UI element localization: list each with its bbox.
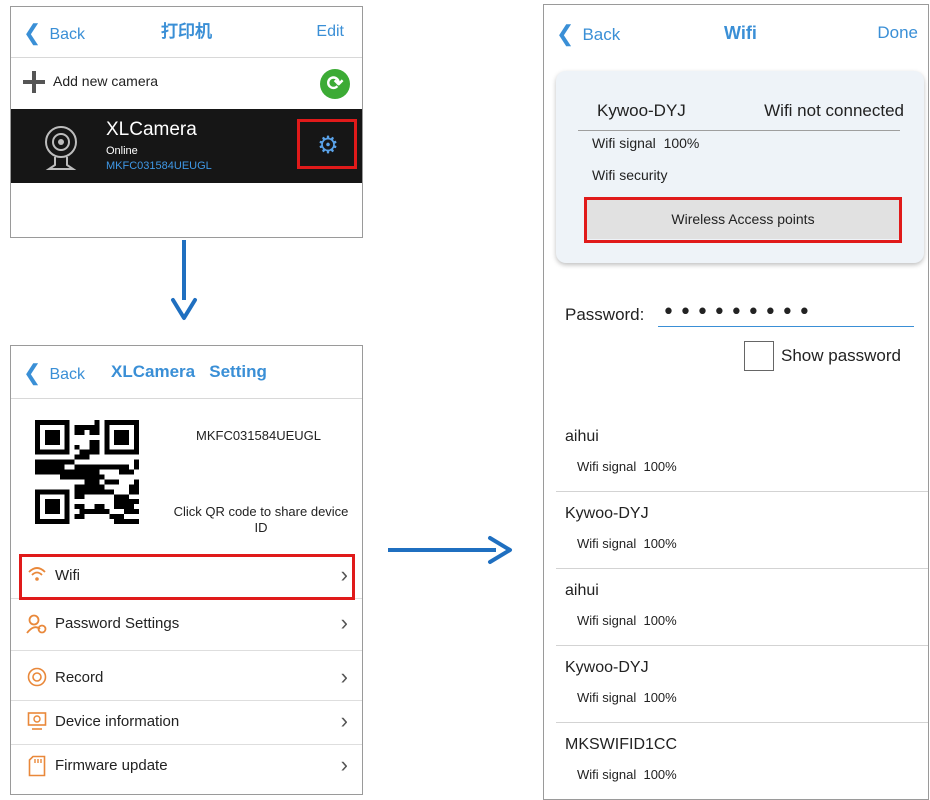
page-title: 打印机	[161, 22, 212, 41]
nav-bar: ❮ Back 打印机 Edit	[11, 7, 362, 58]
access-point-ssid: Kywoo-DYJ	[565, 505, 649, 522]
page-title: XLCamera Setting	[111, 362, 267, 381]
menu-item-password-settings[interactable]: Password Settings ›	[11, 598, 362, 651]
arrow-down-icon	[171, 298, 197, 320]
highlight-box-wifi	[19, 554, 355, 600]
plus-icon	[23, 71, 45, 93]
camera-list-item[interactable]: XLCamera Online MKFC031584UEUGL ⚙	[11, 109, 362, 183]
camera-name: XLCamera	[106, 119, 197, 140]
password-label: Password:	[565, 305, 645, 324]
access-point-ssid: MKSWIFID1CC	[565, 736, 677, 753]
access-point-signal: Wifi signal 100%	[577, 613, 677, 628]
access-point-ssid: aihui	[565, 582, 599, 599]
wifi-screen: ❮ Back Wifi Done Kywoo-DYJ Wifi not conne…	[543, 4, 929, 800]
add-camera-row[interactable]: Add new camera ⟳	[11, 57, 362, 109]
qr-code[interactable]	[35, 420, 139, 524]
menu-item-firmware-update[interactable]: Firmware update ›	[11, 744, 362, 788]
access-point-signal: Wifi signal 100%	[577, 767, 677, 782]
back-label: Back	[582, 25, 621, 44]
highlight-box-access-points	[584, 197, 902, 243]
chevron-right-icon: ›	[340, 752, 348, 777]
menu-item-label: Firmware update	[55, 757, 168, 774]
access-point-signal: Wifi signal 100%	[577, 536, 677, 551]
wifi-security: Wifi security	[592, 167, 668, 183]
connection-status: Wifi not connected	[764, 101, 904, 120]
camera-list-screen: ❮ Back 打印机 Edit Add new camera ⟳ XLCamera…	[10, 6, 363, 238]
back-label: Back	[49, 26, 86, 43]
sd-card-icon	[26, 755, 48, 777]
back-button[interactable]: ❮ Back	[23, 346, 85, 398]
back-button[interactable]: ❮ Back	[556, 5, 620, 61]
arrow-down-shaft	[182, 240, 186, 300]
chevron-left-icon: ❮	[23, 360, 42, 385]
device-id: MKFC031584UEUGL	[196, 428, 321, 443]
add-camera-label: Add new camera	[53, 73, 159, 89]
password-field[interactable]	[658, 299, 914, 327]
edit-button[interactable]: Edit	[316, 7, 344, 57]
camera-icon	[45, 126, 77, 170]
nav-bar: ❮ Back XLCamera Setting	[11, 346, 362, 399]
access-point-item[interactable]: aihui Wifi signal 100%	[556, 568, 928, 646]
highlight-box-settings	[297, 119, 357, 169]
wifi-status-card: Kywoo-DYJ Wifi not connected Wifi signal…	[556, 71, 924, 263]
menu-item-label: Device information	[55, 713, 180, 730]
divider	[578, 130, 900, 131]
menu-item-label: Record	[55, 669, 104, 686]
refresh-icon[interactable]: ⟳	[320, 69, 350, 99]
menu-item-device-information[interactable]: Device information ›	[11, 700, 362, 745]
menu-item-record[interactable]: Record ›	[11, 656, 362, 701]
show-password-checkbox[interactable]	[744, 341, 774, 371]
wifi-signal: Wifi signal 100%	[592, 135, 700, 151]
access-point-item[interactable]: Kywoo-DYJ Wifi signal 100%	[556, 491, 928, 569]
access-point-ssid: aihui	[565, 428, 599, 445]
menu-item-label: Password Settings	[55, 615, 180, 632]
qr-hint: Click QR code to share device ID	[173, 504, 349, 535]
record-icon	[26, 667, 48, 689]
access-point-item[interactable]: MKSWIFID1CC Wifi signal 100%	[556, 722, 928, 799]
arrow-right-shaft	[388, 548, 496, 552]
chevron-left-icon: ❮	[23, 20, 42, 45]
chevron-right-icon: ›	[340, 610, 348, 635]
current-ssid: Kywoo-DYJ	[597, 101, 686, 120]
chevron-right-icon: ›	[340, 708, 348, 733]
nav-bar: ❮ Back Wifi Done	[544, 5, 928, 61]
page-title: Wifi	[724, 23, 757, 43]
done-button[interactable]: Done	[877, 5, 918, 61]
camera-settings-screen: ❮ Back XLCamera Setting MKFC031584UEUGL C…	[10, 345, 363, 795]
back-button[interactable]: ❮ Back	[23, 7, 85, 57]
access-point-item[interactable]: Kywoo-DYJ Wifi signal 100%	[556, 645, 928, 723]
back-label: Back	[49, 366, 86, 383]
access-point-signal: Wifi signal 100%	[577, 690, 677, 705]
chevron-left-icon: ❮	[556, 21, 575, 46]
access-point-signal: Wifi signal 100%	[577, 459, 677, 474]
user-key-icon	[26, 613, 48, 635]
access-point-item[interactable]: aihui Wifi signal 100%	[556, 414, 928, 492]
camera-id: MKFC031584UEUGL	[106, 160, 212, 172]
camera-status: Online	[106, 145, 138, 157]
show-password-label: Show password	[781, 346, 902, 365]
access-point-ssid: Kywoo-DYJ	[565, 659, 649, 676]
chevron-right-icon: ›	[340, 664, 348, 689]
arrow-right-icon	[488, 536, 512, 564]
monitor-icon	[26, 711, 48, 733]
